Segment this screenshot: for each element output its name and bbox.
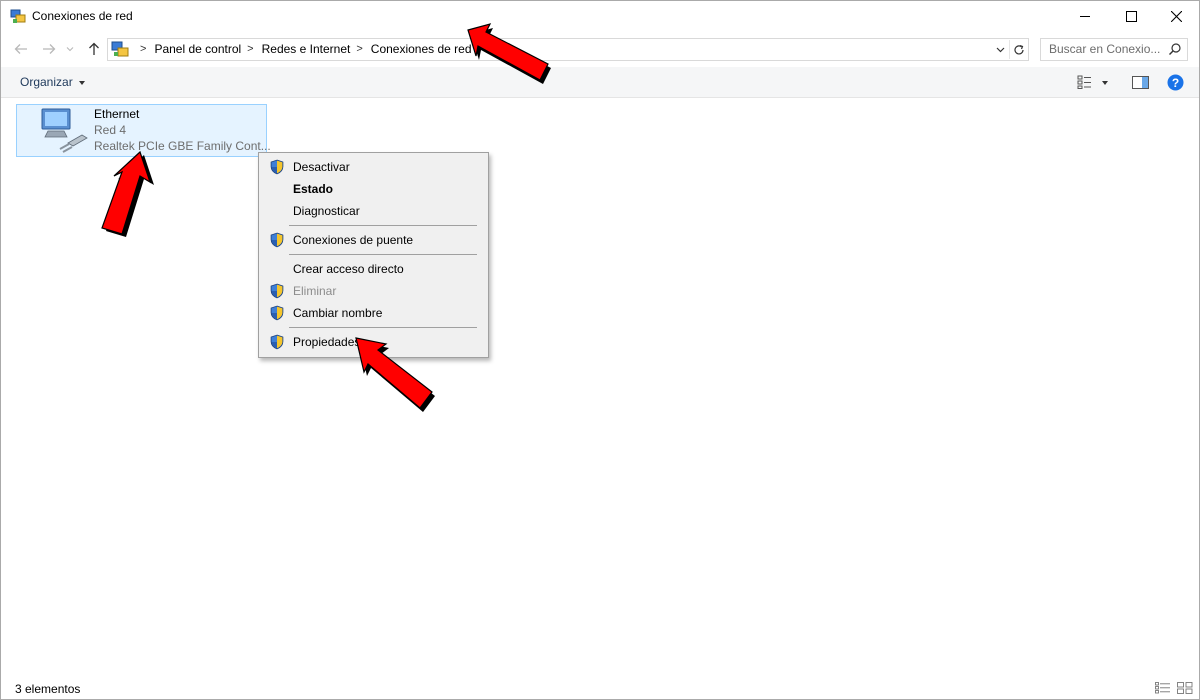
menu-item-diagnosticar[interactable]: Diagnosticar <box>261 200 486 222</box>
search-icon <box>1169 43 1181 55</box>
arrow-left-icon <box>14 44 27 54</box>
organize-button[interactable]: Organizar <box>20 75 85 89</box>
breadcrumb-network-internet[interactable]: Redes e Internet <box>262 42 351 56</box>
command-bar: Organizar ? <box>1 67 1199 98</box>
breadcrumb: > Panel de control > Redes e Internet > … <box>134 42 472 56</box>
breadcrumb-separator-icon: > <box>247 43 254 55</box>
preview-pane-icon <box>1132 75 1149 89</box>
annotation-arrow-icon <box>355 337 435 412</box>
menu-separator <box>289 225 477 226</box>
details-view-button[interactable] <box>1155 682 1171 694</box>
breadcrumb-separator-icon: > <box>140 43 147 55</box>
back-button[interactable] <box>11 39 31 59</box>
connection-name: Ethernet <box>94 107 140 121</box>
refresh-icon <box>1014 44 1024 54</box>
help-button[interactable]: ? <box>1167 74 1184 90</box>
uac-shield-icon <box>270 305 284 321</box>
close-icon <box>1170 11 1182 22</box>
close-button[interactable] <box>1153 1 1199 32</box>
menu-item-cambiar-nombre[interactable]: Cambiar nombre <box>261 302 486 324</box>
organize-label: Organizar <box>20 75 73 89</box>
breadcrumb-separator-icon: > <box>356 43 363 55</box>
forward-button[interactable] <box>39 39 59 59</box>
maximize-button[interactable] <box>1108 1 1154 32</box>
minimize-button[interactable] <box>1062 1 1108 32</box>
menu-item-label: Diagnosticar <box>293 204 360 218</box>
address-history-button[interactable] <box>992 40 1008 59</box>
menu-item-label: Conexiones de puente <box>293 233 414 247</box>
network-connections-icon <box>10 9 26 23</box>
annotation-arrow-icon <box>467 23 551 84</box>
ethernet-adapter-icon <box>41 108 88 153</box>
breadcrumb-control-panel[interactable]: Panel de control <box>154 42 241 56</box>
view-details-icon <box>1077 75 1091 89</box>
menu-item-label: Eliminar <box>293 284 337 298</box>
preview-pane-button[interactable] <box>1132 74 1149 90</box>
uac-shield-icon <box>270 232 284 248</box>
control-panel-icon <box>111 41 129 57</box>
uac-shield-icon <box>270 159 284 175</box>
uac-shield-icon <box>270 334 284 350</box>
connection-network: Red 4 <box>94 123 127 137</box>
change-view-button[interactable] <box>1077 74 1093 90</box>
address-bar[interactable]: > Panel de control > Redes e Internet > … <box>107 38 1029 61</box>
menu-item-label: Desactivar <box>293 160 350 174</box>
menu-item-eliminar: Eliminar <box>261 280 486 302</box>
refresh-button[interactable] <box>1009 40 1028 59</box>
explorer-window: Conexiones de red > Panel de control > R… <box>0 0 1200 700</box>
status-item-count: 3 elementos <box>15 682 81 696</box>
menu-item-label: Crear acceso directo <box>293 262 404 276</box>
menu-separator <box>289 327 477 328</box>
menu-item-crear-acceso-directo[interactable]: Crear acceso directo <box>261 258 486 280</box>
menu-separator <box>289 254 477 255</box>
menu-item-label: Cambiar nombre <box>293 306 383 320</box>
search-box[interactable]: Buscar en Conexio... <box>1040 38 1188 61</box>
minimize-icon <box>1079 16 1090 17</box>
chevron-down-icon <box>1102 80 1108 85</box>
help-icon: ? <box>1167 74 1184 90</box>
up-button[interactable] <box>84 39 104 59</box>
menu-item-desactivar[interactable]: Desactivar <box>261 156 486 178</box>
menu-item-label: Estado <box>293 182 334 196</box>
menu-item-estado[interactable]: Estado <box>261 178 486 200</box>
context-menu: Desactivar Estado Diagnosticar Conexione… <box>258 152 489 358</box>
svg-text:?: ? <box>1172 75 1179 89</box>
window-title: Conexiones de red <box>32 9 133 23</box>
recent-locations-button[interactable] <box>63 39 77 59</box>
arrow-right-icon <box>43 44 56 54</box>
uac-shield-icon <box>270 283 284 299</box>
large-icons-view-button[interactable] <box>1177 682 1193 694</box>
large-icons-view-icon <box>1177 682 1193 694</box>
menu-item-conexiones-de-puente[interactable]: Conexiones de puente <box>261 229 486 251</box>
maximize-icon <box>1125 11 1137 22</box>
title-bar: Conexiones de red <box>1 1 1199 33</box>
details-view-icon <box>1155 682 1170 694</box>
arrow-up-icon <box>89 42 99 55</box>
chevron-down-icon <box>996 47 1004 52</box>
chevron-down-icon <box>78 80 85 85</box>
search-placeholder: Buscar en Conexio... <box>1049 42 1161 56</box>
annotation-arrow-icon <box>101 150 154 237</box>
chevron-down-icon <box>66 47 74 52</box>
view-options-button[interactable] <box>1102 74 1108 90</box>
